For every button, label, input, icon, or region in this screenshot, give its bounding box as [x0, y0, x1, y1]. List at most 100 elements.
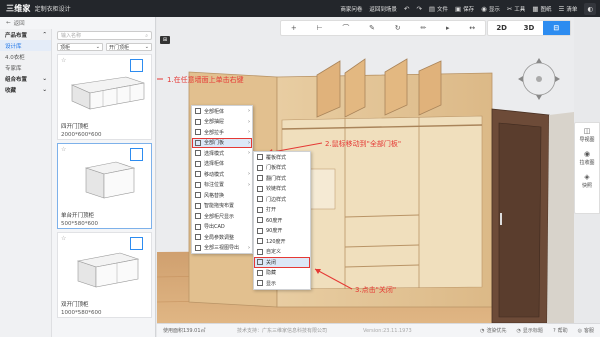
- panel-icon: [257, 280, 263, 287]
- chevron-right-icon: ›: [248, 108, 250, 115]
- guide-view-button[interactable]: ◫ 导视图: [575, 123, 599, 146]
- pull-view-button[interactable]: ◉ 拉收图: [575, 146, 599, 169]
- product-size: 2000*600*600: [61, 132, 102, 138]
- product-card[interactable]: ☆ 双开门顶柜 1000*580*600: [57, 232, 152, 318]
- menu-file-label: 文件: [436, 6, 448, 13]
- star-icon[interactable]: ☆: [61, 146, 66, 153]
- category-product-layout[interactable]: 产品布置 ⌃: [0, 29, 51, 40]
- ctx-style-replace[interactable]: 风格替换: [192, 190, 252, 201]
- ctx-select-mode[interactable]: 选择模式 ›: [192, 148, 252, 159]
- menu-save[interactable]: ▣ 保存: [455, 5, 474, 13]
- left-panel: ← 返回 产品布置 ⌃ 设计库 4.0衣柜 专家库 组合布置 ⌄ 收藏 ⌄ 输入名称 …: [0, 17, 156, 337]
- ctx-annotation-position[interactable]: 标注位置 ›: [192, 180, 252, 191]
- ctx-all-handles[interactable]: 全部拉手 ›: [192, 127, 252, 138]
- ctx-export-views[interactable]: 全部三视图导出 ›: [192, 243, 252, 254]
- add-icon[interactable]: +: [291, 24, 297, 32]
- sub-show[interactable]: 显示: [254, 278, 310, 289]
- menu-save-label: 保存: [463, 6, 475, 13]
- back-button[interactable]: ← 返回: [0, 17, 155, 29]
- sub-door-edge-style[interactable]: 门边样式: [254, 194, 310, 205]
- view-cabinet-button[interactable]: ⊟: [542, 21, 570, 35]
- ctx-label: 风格替换: [204, 192, 225, 199]
- sub-hinge-style[interactable]: 铰链样式: [254, 184, 310, 195]
- menu-display[interactable]: ◉ 显示: [481, 5, 500, 13]
- pointer-icon[interactable]: ▸: [446, 24, 450, 32]
- menu-tools[interactable]: ✂ 工具: [507, 5, 525, 13]
- ctx-global-params[interactable]: 全局参数调整: [192, 232, 252, 243]
- sub-label: 显示: [266, 280, 277, 287]
- sub-close[interactable]: 关闭: [254, 257, 310, 268]
- help-button[interactable]: ? 帮助: [553, 327, 568, 335]
- chevron-down-icon: ⌄: [42, 75, 47, 82]
- sub-custom[interactable]: 自定义: [254, 247, 310, 258]
- render-icon: ◔: [480, 327, 485, 334]
- menu-list[interactable]: ☰ 清单: [558, 5, 577, 13]
- menu-back-scene[interactable]: 返回到场景: [369, 5, 397, 13]
- category-combo-layout[interactable]: 组合布置 ⌄: [0, 73, 51, 84]
- star-icon[interactable]: ☆: [61, 57, 66, 64]
- list-icon: ☰: [558, 4, 565, 13]
- pencil-icon[interactable]: ✏: [420, 24, 426, 32]
- ctx-move-mode[interactable]: 移动模式 ›: [192, 169, 252, 180]
- context-menu: 全部柜体 › 全部抽屉 › 全部拉手 › 全部门板 › 选择模式 › 选择柜体 移动模式 ›…: [191, 105, 253, 254]
- app-logo[interactable]: 三维家 定制衣柜设计: [0, 3, 71, 14]
- ctx-all-door-panels[interactable]: 全部门板 ›: [192, 137, 252, 148]
- ctx-all-cabinets[interactable]: 全部柜体 ›: [192, 106, 252, 117]
- panel-icon: [257, 196, 263, 203]
- menu-survey[interactable]: 商家问卷: [340, 5, 362, 13]
- redo-button[interactable]: ↷: [416, 5, 421, 13]
- sub-hide[interactable]: 隐藏: [254, 268, 310, 279]
- menu-file[interactable]: ▤ 文件: [429, 5, 448, 13]
- filter-type-select[interactable]: 开门顶柜 ⌄: [106, 43, 152, 51]
- category-design-lib[interactable]: 设计库: [0, 40, 51, 51]
- brush-icon[interactable]: ✎: [369, 24, 375, 32]
- undo-button[interactable]: ↶: [404, 5, 409, 13]
- category-expert-lib[interactable]: 专家库: [0, 62, 51, 73]
- ctx-smart-drag[interactable]: 智能拖曳布置: [192, 201, 252, 212]
- grid-icon[interactable]: ⊞: [160, 36, 170, 44]
- sub-open-120[interactable]: 120度开: [254, 236, 310, 247]
- category-wardrobe-4[interactable]: 4.0衣柜: [0, 51, 51, 62]
- title-icon: ◔: [516, 327, 521, 334]
- ctx-label: 选择模式: [204, 150, 225, 157]
- theme-toggle-button[interactable]: ◐: [584, 2, 596, 15]
- sub-door-style[interactable]: 门板样式: [254, 163, 310, 174]
- filter-category-select[interactable]: 顶柜 ⌄: [57, 43, 103, 51]
- sub-cover-style[interactable]: 覆板样式: [254, 152, 310, 163]
- wall-icon[interactable]: ⊢: [317, 24, 323, 32]
- show-title-toggle[interactable]: ◔ 显示标题: [516, 327, 543, 335]
- render-priority-toggle[interactable]: ◔ 渲染优先: [480, 327, 506, 335]
- support-chat-button[interactable]: ◎ 客服: [578, 327, 594, 335]
- navigation-compass[interactable]: [512, 52, 566, 106]
- design-canvas[interactable]: + ⊢ ⌒ ✎ ↻ ✏ ▸ ↔ 2D 3D ⊟ ⊞ 1.在任意墙面上单击右键 2…: [157, 17, 574, 323]
- ctx-show-dimensions[interactable]: 全部柜尺显示: [192, 211, 252, 222]
- annotation-step-3: 3.点击"关闭": [355, 286, 397, 294]
- status-actions: ◔ 渲染优先 ◔ 显示标题 ? 帮助 ◎ 客服: [480, 327, 594, 335]
- ctx-export-cad[interactable]: 导出CAD: [192, 222, 252, 233]
- chevron-down-icon: ⌄: [144, 44, 149, 50]
- category-favorites[interactable]: 收藏 ⌄: [0, 84, 51, 95]
- sub-open-60[interactable]: 60度开: [254, 215, 310, 226]
- search-input[interactable]: 输入名称 ⌕: [57, 31, 152, 40]
- view-2d-button[interactable]: 2D: [488, 21, 515, 35]
- arc-icon[interactable]: ⌒: [342, 23, 349, 33]
- category-label: 设计库: [5, 43, 22, 50]
- measure-icon[interactable]: ↔: [469, 24, 475, 32]
- search-placeholder: 输入名称: [61, 33, 82, 39]
- menu-drawings[interactable]: ▦ 图纸: [532, 5, 551, 13]
- sub-open-90[interactable]: 90度开: [254, 226, 310, 237]
- ctx-all-drawers[interactable]: 全部抽屉 ›: [192, 117, 252, 128]
- annotation-step-1: 1.在任意墙面上单击右键: [167, 76, 244, 84]
- sub-flip-door-style[interactable]: 翻门样式: [254, 173, 310, 184]
- ctx-select-cabinet[interactable]: 选择柜体: [192, 159, 252, 170]
- snapshot-button[interactable]: ◈ 快照: [575, 169, 599, 192]
- view-3d-button[interactable]: 3D: [515, 21, 542, 35]
- rotate-icon[interactable]: ↻: [395, 24, 401, 32]
- chevron-right-icon: ›: [248, 139, 250, 146]
- sub-open[interactable]: 打开: [254, 205, 310, 216]
- ctx-label: 全部三视图导出: [204, 245, 240, 252]
- product-card[interactable]: ☆ 四开门顶柜 2000*600*600: [57, 54, 152, 140]
- app-subtitle: 定制衣柜设计: [34, 6, 71, 13]
- product-card[interactable]: ☆ 单台开门顶柜 500*580*600: [57, 143, 152, 229]
- star-icon[interactable]: ☆: [61, 235, 66, 242]
